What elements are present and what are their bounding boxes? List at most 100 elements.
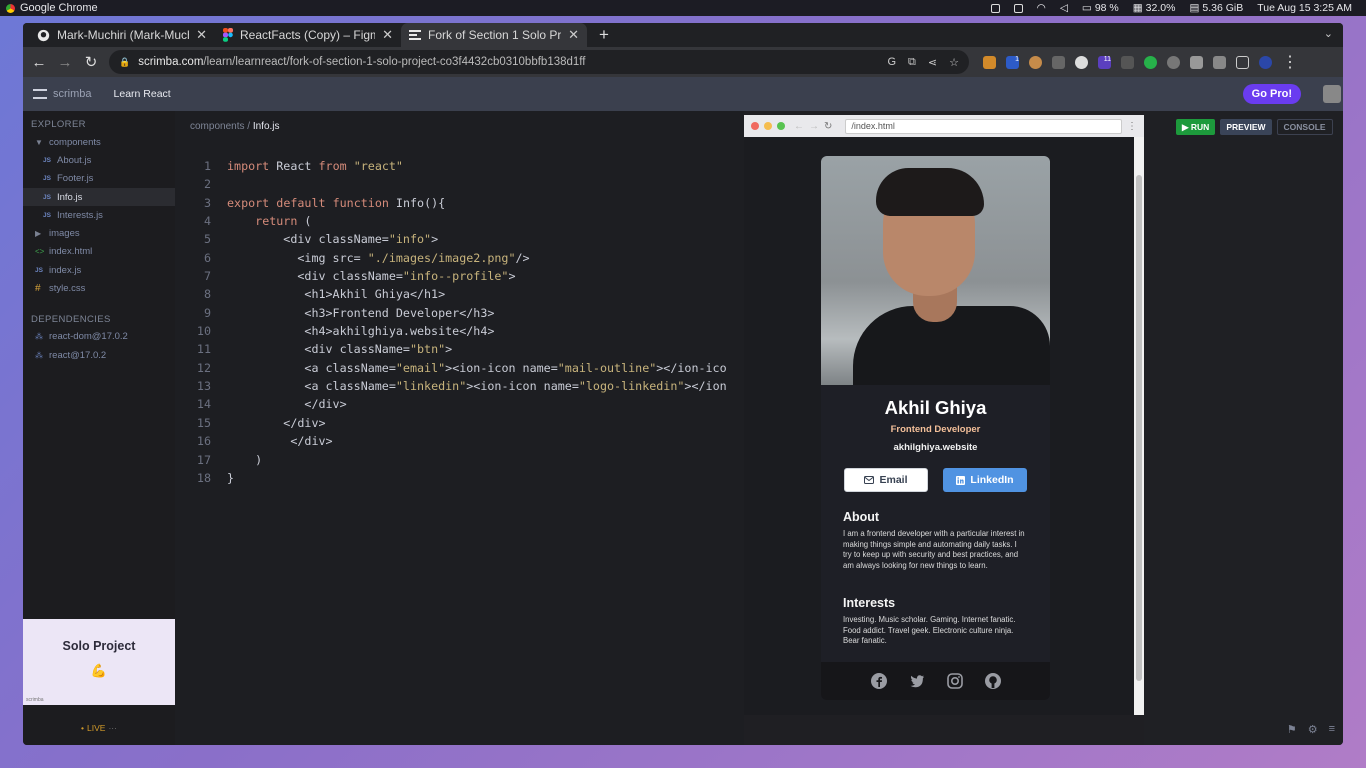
code-line[interactable]: 1 import React from "react" <box>175 157 727 175</box>
console-button[interactable]: CONSOLE <box>1276 119 1333 135</box>
code-area[interactable]: 1 import React from "react" 2 3 export defau… <box>175 157 727 487</box>
code-line[interactable]: 8 <h1>Akhil Ghiya</h1> <box>175 285 727 303</box>
code-line[interactable]: 13 <a className="linkedin"><ion-icon nam… <box>175 377 727 395</box>
avatar[interactable] <box>1323 85 1341 103</box>
go-pro-button[interactable]: Go Pro! <box>1242 84 1301 104</box>
media-queue-icon[interactable] <box>1213 55 1226 69</box>
code-line[interactable]: 14 </div> <box>175 395 727 413</box>
facebook-icon[interactable] <box>870 672 888 690</box>
code-line[interactable]: 17 ) <box>175 451 727 469</box>
url-field[interactable]: 🔒 scrimba.com/learn/learnreact/fork-of-s… <box>109 50 969 74</box>
dependency-react-dom[interactable]: ⁂ react-dom@17.0.2 <box>23 328 175 346</box>
scrimba-logo[interactable]: scrimba <box>33 88 92 100</box>
profile-icon[interactable] <box>1259 55 1272 69</box>
clock[interactable]: Tue Aug 15 3:25 AM <box>1257 2 1352 14</box>
back-icon[interactable]: ← <box>31 54 47 71</box>
cpu-status[interactable]: ▦ 32.0% <box>1133 2 1176 14</box>
close-tab-icon[interactable]: ✕ <box>568 27 579 43</box>
forward-icon[interactable]: → <box>809 121 819 132</box>
extension-icon[interactable] <box>1029 55 1042 69</box>
file-info[interactable]: JS Info.js <box>23 187 175 207</box>
open-in-app-icon[interactable]: ⧉ <box>908 56 916 69</box>
instagram-icon[interactable] <box>946 672 964 690</box>
code-line[interactable]: 15 </div> <box>175 414 727 432</box>
extension-icon[interactable]: 11 <box>1098 55 1111 69</box>
settings-icon[interactable]: ⚙ <box>1308 723 1318 736</box>
file-index-html[interactable]: <> index.html <box>23 243 175 261</box>
file-style-css[interactable]: # style.css <box>23 279 175 297</box>
scrollbar-thumb[interactable] <box>1136 175 1142 681</box>
tray-icon[interactable] <box>1013 3 1023 13</box>
maximize-dot-icon[interactable] <box>777 122 785 130</box>
folder-components[interactable]: ▼ components <box>23 133 175 151</box>
close-tab-icon[interactable]: ✕ <box>382 27 393 43</box>
puzzle-icon[interactable] <box>1190 55 1203 69</box>
share-icon[interactable]: ⋖ <box>928 56 937 69</box>
code-line[interactable]: 16 </div> <box>175 432 727 450</box>
google-icon[interactable]: G <box>887 56 896 69</box>
run-button[interactable]: ▶ RUN <box>1176 119 1216 135</box>
github-icon[interactable] <box>984 672 1002 690</box>
code-line[interactable]: 6 <img src= "./images/image2.png"/> <box>175 249 727 267</box>
twitter-icon[interactable] <box>908 672 926 690</box>
forward-icon[interactable]: → <box>57 54 73 71</box>
extension-icon[interactable] <box>1052 55 1065 69</box>
close-dot-icon[interactable] <box>751 122 759 130</box>
file-footer[interactable]: JS Footer.js <box>23 170 175 188</box>
tray-icon[interactable] <box>990 3 1000 13</box>
reload-icon[interactable]: ↻ <box>824 121 832 132</box>
side-panel-icon[interactable] <box>1236 55 1249 69</box>
scrim-thumbnail[interactable]: Solo Project 💪 scrimba <box>23 619 175 705</box>
code-line[interactable]: 18} <box>175 469 727 487</box>
folder-images[interactable]: ▶ images <box>23 224 175 242</box>
close-tab-icon[interactable]: ✕ <box>196 27 207 43</box>
code-line[interactable]: 3 export default function Info(){ <box>175 194 727 212</box>
menu-kebab-icon[interactable]: ⋮ <box>1127 121 1137 132</box>
extension-icon[interactable]: 1 <box>1006 55 1019 69</box>
bookmark-icon[interactable]: ⚑ <box>1287 723 1297 736</box>
code-line[interactable]: 12 <a className="email"><ion-icon name="… <box>175 359 727 377</box>
preview-scrollbar[interactable] <box>1134 137 1144 715</box>
back-icon[interactable]: ← <box>794 121 804 132</box>
extension-icon[interactable] <box>1167 55 1180 69</box>
tab-figma[interactable]: ReactFacts (Copy) – Figma ✕ <box>215 23 401 47</box>
email-button[interactable]: Email <box>844 468 928 492</box>
preview-url-field[interactable]: /index.html <box>845 118 1122 134</box>
code-line[interactable]: 5 <div className="info"> <box>175 230 727 248</box>
os-app-menu[interactable]: Google Chrome <box>6 2 98 14</box>
code-line[interactable]: 10 <h4>akhilghiya.website</h4> <box>175 322 727 340</box>
preview-button[interactable]: PREVIEW <box>1220 119 1272 135</box>
bookmark-star-icon[interactable]: ☆ <box>949 56 959 69</box>
extension-icon[interactable] <box>1144 55 1157 69</box>
tab-github[interactable]: Mark-Muchiri (Mark-Muchiri) ✕ <box>29 23 215 47</box>
reload-icon[interactable]: ↻ <box>83 53 99 71</box>
tab-search-icon[interactable]: ⌄ <box>1324 27 1333 40</box>
file-index-js[interactable]: JS index.js <box>23 261 175 279</box>
file-interests[interactable]: JS Interests.js <box>23 206 175 224</box>
wifi-icon[interactable]: ◠ <box>1037 2 1046 14</box>
code-line[interactable]: 2 <box>175 175 727 193</box>
profile-website[interactable]: akhilghiya.website <box>821 442 1050 453</box>
menu-kebab-icon[interactable]: ⋮ <box>1282 52 1298 72</box>
code-line[interactable]: 11 <div className="btn"> <box>175 340 727 358</box>
extension-icon[interactable] <box>1075 55 1088 69</box>
course-breadcrumb[interactable]: Learn React <box>114 88 171 100</box>
code-editor[interactable]: components / Info.js 1 import React from … <box>175 111 744 745</box>
new-tab-button[interactable]: + <box>587 25 621 45</box>
code-line[interactable]: 7 <div className="info--profile"> <box>175 267 727 285</box>
extension-icon[interactable] <box>1121 55 1134 69</box>
minimize-dot-icon[interactable] <box>764 122 772 130</box>
linkedin-button[interactable]: LinkedIn <box>943 468 1027 492</box>
memory-status[interactable]: ▤ 5.36 GiB <box>1189 2 1243 14</box>
dependency-react[interactable]: ⁂ react@17.0.2 <box>23 346 175 364</box>
volume-icon[interactable]: ◁ <box>1060 2 1068 14</box>
code-line[interactable]: 9 <h3>Frontend Developer</h3> <box>175 304 727 322</box>
live-indicator[interactable]: • LIVE ··· <box>23 711 175 745</box>
battery-status[interactable]: ▭ 98 % <box>1082 2 1119 14</box>
file-about[interactable]: JS About.js <box>23 151 175 169</box>
hamburger-menu-icon[interactable]: ≡ <box>1329 723 1335 736</box>
extension-icon[interactable] <box>983 55 996 69</box>
code-line[interactable]: 4 return ( <box>175 212 727 230</box>
package-icon: ⁂ <box>35 332 43 342</box>
tab-scrimba[interactable]: Fork of Section 1 Solo Project ✕ <box>401 23 587 47</box>
